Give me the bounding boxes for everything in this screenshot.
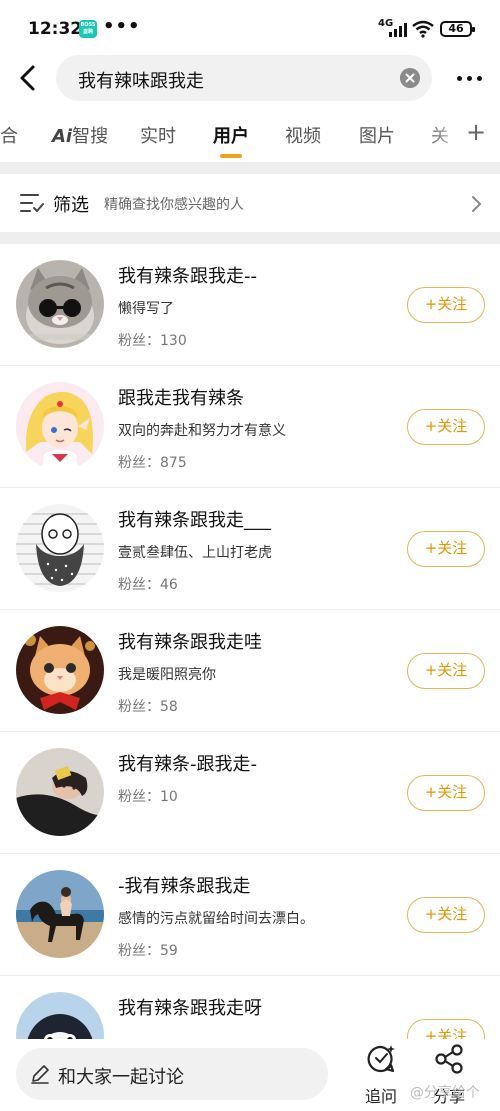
tab-realtime[interactable]: 实时 <box>140 122 176 148</box>
tab-comprehensive[interactable]: 合 <box>0 122 18 148</box>
battery-icon: 46 <box>440 21 475 37</box>
filter-row[interactable]: 筛选 精确查找你感兴趣的人 <box>0 174 500 232</box>
anime-girl-avatar[interactable] <box>16 382 104 470</box>
share-icon <box>435 1044 463 1074</box>
user-row[interactable]: 我有辣条跟我走哇 我是暖阳照亮你 粉丝：58 +关注 <box>0 610 500 732</box>
boss-app-icon: BOSS 直聘 <box>79 20 97 38</box>
user-name[interactable]: 我有辣条跟我走呀 <box>118 994 262 1020</box>
wifi-icon <box>412 20 434 38</box>
signal-icon <box>389 23 407 37</box>
clear-icon[interactable] <box>400 68 420 88</box>
follow-button[interactable]: +关注 <box>407 775 485 811</box>
user-name[interactable]: 跟我走我有辣条 <box>118 384 244 410</box>
bearded-man-sketch-avatar[interactable] <box>16 504 104 592</box>
fans-count: 粉丝：46 <box>118 577 178 593</box>
user-list: 我有辣条跟我走-- 懒得写了 粉丝：130 +关注 跟我走我有辣条 双向的奔赴和… <box>0 244 500 1098</box>
user-row[interactable]: 我有辣条-跟我走- 粉丝：10 +关注 <box>0 732 500 854</box>
tab-users[interactable]: 用户 <box>213 122 249 148</box>
discuss-placeholder: 和大家一起讨论 <box>58 1067 184 1088</box>
user-row[interactable]: 我有辣条跟我走-- 懒得写了 粉丝：130 +关注 <box>0 244 500 366</box>
fans-count: 粉丝：58 <box>118 699 178 715</box>
status-bar: 12:32 BOSS 直聘 ••• 4G 46 <box>0 0 500 56</box>
user-bio: 壹贰叁肆伍、上山打老虎 <box>118 545 272 561</box>
user-bio: 双向的奔赴和努力才有意义 <box>118 423 286 439</box>
ai-logo-icon: Ai <box>52 126 73 147</box>
orange-cat-avatar[interactable] <box>16 626 104 714</box>
person-lying-avatar[interactable] <box>16 748 104 836</box>
divider <box>0 232 500 244</box>
fans-count: 粉丝：59 <box>118 943 178 959</box>
search-input[interactable]: 我有辣味跟我走 <box>56 55 432 101</box>
user-name[interactable]: -我有辣条跟我走 <box>118 872 251 898</box>
pen-icon <box>31 1065 49 1084</box>
discuss-input[interactable]: 和大家一起讨论 <box>16 1048 328 1100</box>
follow-button[interactable]: +关注 <box>407 897 485 933</box>
fans-count: 粉丝：875 <box>118 455 187 471</box>
divider <box>0 162 500 174</box>
follow-button[interactable]: +关注 <box>407 531 485 567</box>
watermark: @分享给个 <box>410 1085 480 1101</box>
tab-fade <box>426 112 466 152</box>
user-bio: 感情的污点就留给时间去漂白。 <box>118 911 314 927</box>
user-name[interactable]: 我有辣条跟我走哇 <box>118 628 262 654</box>
follow-button[interactable]: +关注 <box>407 653 485 689</box>
follow-button[interactable]: +关注 <box>407 287 485 323</box>
fans-count: 粉丝：130 <box>118 333 187 349</box>
tab-video[interactable]: 视频 <box>285 122 321 148</box>
user-name[interactable]: 我有辣条跟我走-- <box>118 262 257 288</box>
more-options-icon[interactable] <box>457 76 482 81</box>
user-row[interactable]: 我有辣条跟我走___ 壹贰叁肆伍、上山打老虎 粉丝：46 +关注 <box>0 488 500 610</box>
filter-icon <box>20 194 44 212</box>
search-query: 我有辣味跟我走 <box>78 71 204 92</box>
filter-title: 筛选 <box>53 195 89 216</box>
user-row[interactable]: 跟我走我有辣条 双向的奔赴和努力才有意义 粉丝：875 +关注 <box>0 366 500 488</box>
follow-button[interactable]: +关注 <box>407 409 485 445</box>
user-bio: 我是暖阳照亮你 <box>118 667 216 683</box>
cat-sunglasses-avatar[interactable] <box>16 260 104 348</box>
tab-images[interactable]: 图片 <box>359 122 395 148</box>
status-time: 12:32 <box>28 19 83 39</box>
user-name[interactable]: 我有辣条-跟我走- <box>118 750 257 776</box>
ask-label: 追问 <box>364 1087 397 1106</box>
user-row[interactable]: -我有辣条跟我走 感情的污点就留给时间去漂白。 粉丝：59 +关注 <box>0 854 500 976</box>
filter-subtitle: 精确查找你感兴趣的人 <box>104 197 244 213</box>
user-name[interactable]: 我有辣条跟我走___ <box>118 506 271 532</box>
tab-ai-search-label: 智搜 <box>72 126 109 147</box>
tab-bar: 合 Ai智搜 实时 用户 视频 图片 关 + <box>0 112 500 160</box>
tab-ai-search[interactable]: Ai智搜 <box>52 122 108 148</box>
back-arrow-icon[interactable] <box>14 64 42 92</box>
status-dots: ••• <box>103 16 141 37</box>
active-tab-indicator <box>220 154 242 158</box>
add-tab-icon[interactable]: + <box>466 118 486 146</box>
ask-button[interactable]: 追问 <box>360 1043 402 1107</box>
fans-count: 粉丝：10 <box>118 789 178 805</box>
horse-beach-avatar[interactable] <box>16 870 104 958</box>
user-bio: 懒得写了 <box>118 301 174 317</box>
chevron-right-icon <box>472 196 482 212</box>
search-results-page: 12:32 BOSS 直聘 ••• 4G 46 我有辣味跟我走 合 Ai智搜 实时 <box>0 0 500 1111</box>
chat-bubble-icon <box>367 1045 395 1073</box>
